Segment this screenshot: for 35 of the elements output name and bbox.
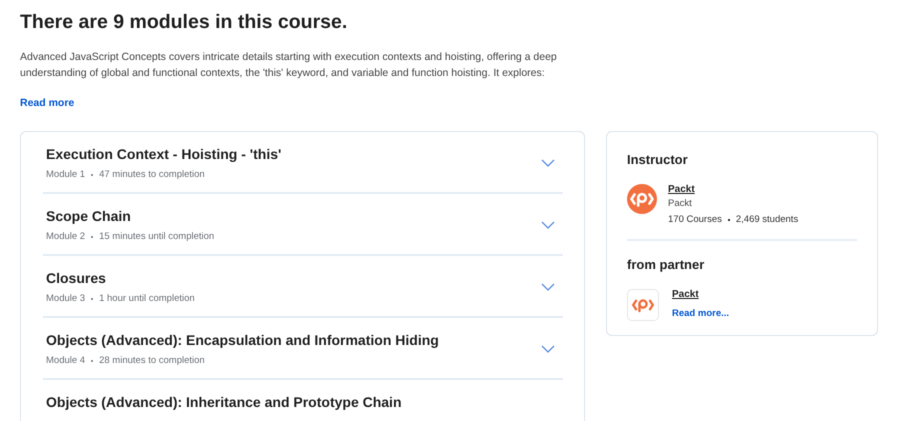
module-number: Module 2 — [46, 231, 86, 242]
module-row[interactable]: Execution Context - Hoisting - 'this' Module 1 47 minutes to completion — [43, 132, 563, 194]
chevron-icon[interactable] — [541, 283, 555, 291]
module-row[interactable]: Objects (Advanced): Inheritance and Prototype Chain — [43, 380, 563, 421]
chevron-icon[interactable] — [541, 221, 555, 229]
module-title: Closures — [46, 270, 107, 286]
module-title: Scope Chain — [46, 208, 132, 224]
partner-logo-icon — [627, 289, 659, 321]
module-duration: 47 minutes to completion — [99, 169, 205, 180]
module-number: Module 1 — [46, 169, 86, 180]
course-description: Advanced JavaScript Concepts covers intricate details starting with execution contexts and hoisting, offering a deep understanding of global and functional contexts, the 'this' keyword, and variable and function hoisting. It explores: — [20, 50, 558, 81]
module-title: Execution Context - Hoisting - 'this' — [46, 146, 282, 162]
module-title: Objects (Advanced): Inheritance and Prototype Chain — [46, 394, 402, 410]
module-row[interactable]: Objects (Advanced): Encapsulation and Information Hiding Module 4 28 minutes to completion — [43, 318, 563, 380]
instructor-heading: Instructor — [627, 152, 689, 167]
instructor-name-link[interactable]: Packt — [668, 184, 798, 195]
module-number: Module 4 — [46, 355, 86, 366]
partner-read-more-link[interactable]: Read more... — [672, 308, 730, 319]
logo-icon — [627, 184, 657, 214]
module-duration: 15 minutes until completion — [99, 231, 214, 242]
instructor-organization: Packt — [668, 198, 693, 209]
courses-count: 170 Courses — [668, 214, 722, 225]
module-duration: 28 minutes to completion — [99, 355, 205, 366]
module-duration: 1 hour until completion — [99, 293, 195, 304]
chevron-icon[interactable] — [541, 345, 555, 353]
module-number: Module 3 — [46, 293, 86, 304]
module-row[interactable]: Scope Chain Module 2 15 minutes until completion — [43, 194, 563, 256]
chevron-icon[interactable] — [541, 159, 555, 167]
module-title: Objects (Advanced): Encapsulation and Information Hiding — [46, 332, 439, 348]
partner-name-link[interactable]: Packt — [672, 289, 730, 300]
module-row[interactable]: Closures Module 3 1 hour until completion — [43, 256, 563, 318]
section-heading: There are 9 modules in this course. — [20, 11, 348, 34]
students-count: 2,469 students — [736, 214, 798, 225]
read-more-link[interactable]: Read more — [20, 97, 74, 109]
partner-heading: from partner — [627, 257, 706, 272]
